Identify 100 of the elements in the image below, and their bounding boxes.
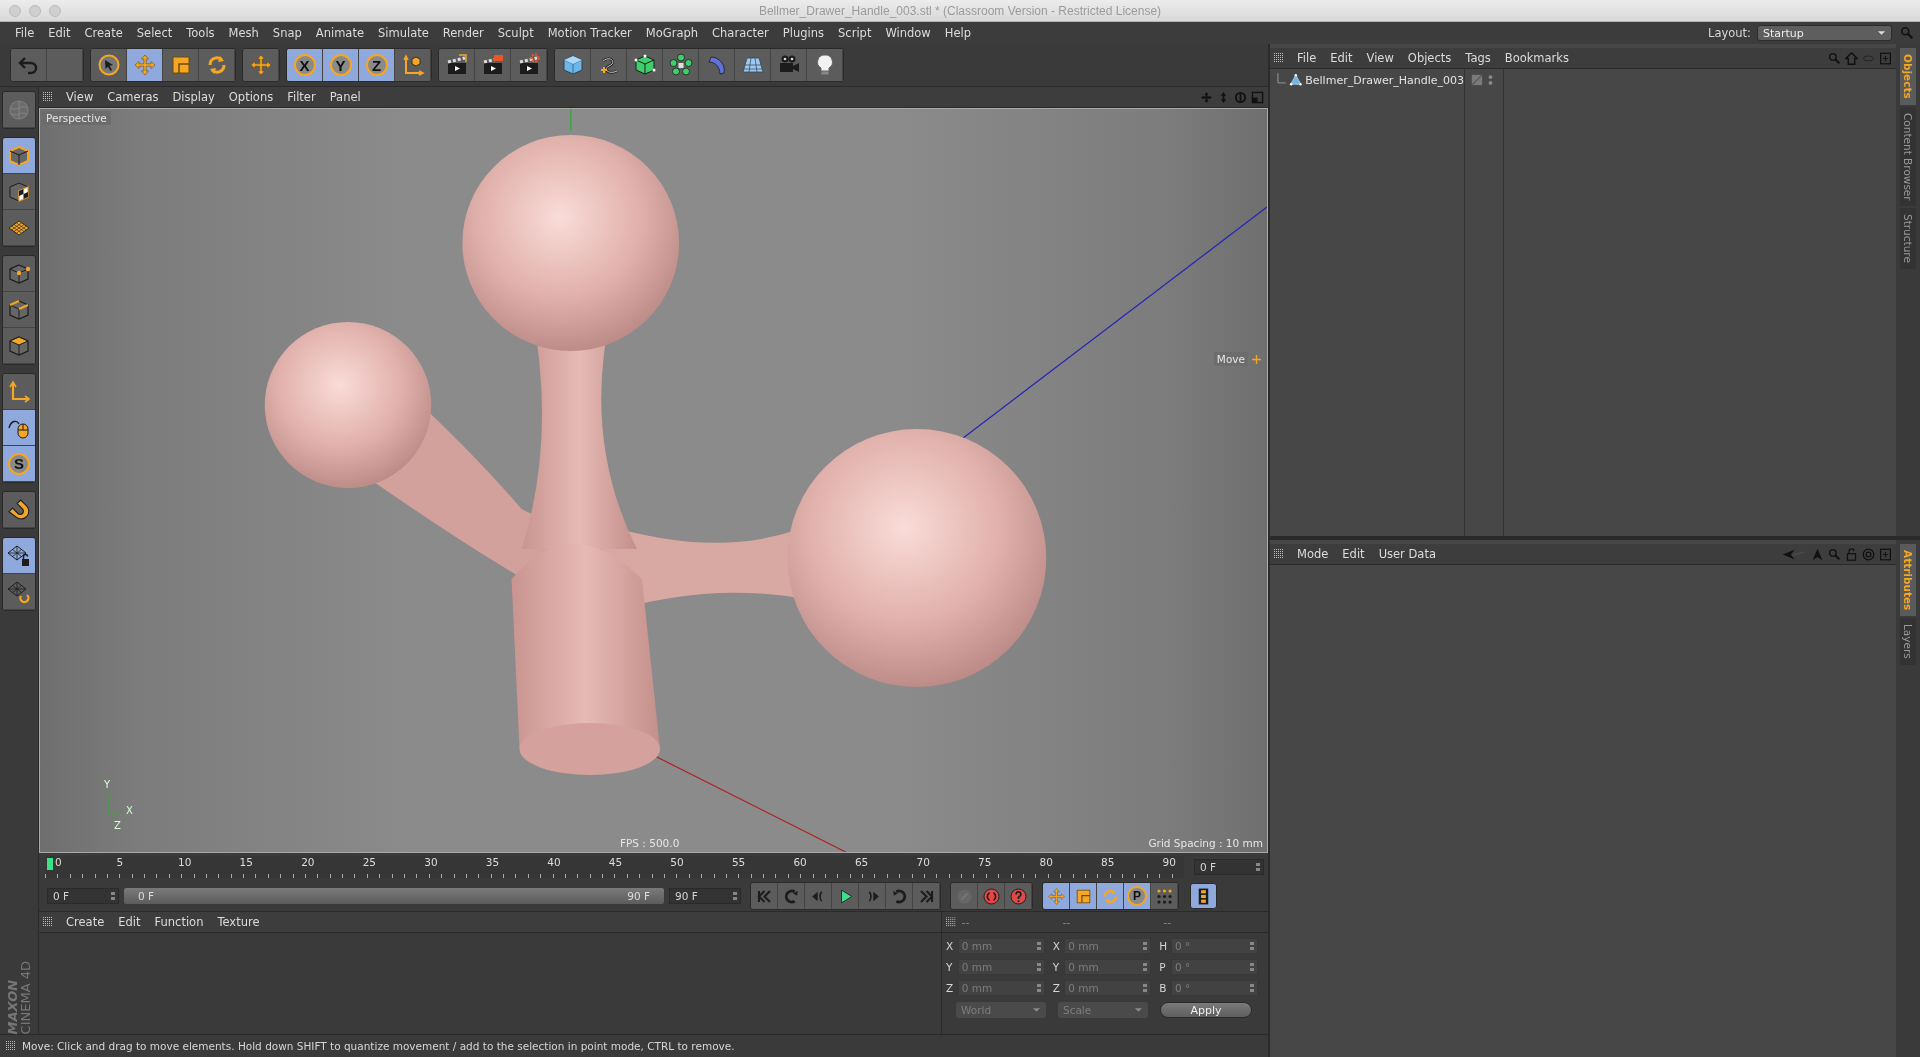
menu-item[interactable]: Mesh [221,26,266,40]
menu-item[interactable]: Texture [210,915,267,929]
timeline-ruler[interactable]: 0 5 10 15 20 25 30 35 40 45 50 55 60 65 70 75 80 85 90 [45,856,1184,878]
menu-item[interactable]: Bookmarks [1497,51,1576,65]
fps-readout: FPS : 500.0 [620,837,680,849]
tool-button[interactable] [3,574,35,610]
menu-item[interactable]: Simulate [371,26,436,40]
menu-item[interactable]: Tools [179,26,222,40]
layer-square-icon[interactable] [1471,74,1483,86]
menu-item[interactable]: View [1359,51,1401,65]
tool-button[interactable] [807,49,843,81]
column-heading: -- [1163,915,1173,929]
end-frame-field[interactable]: 90 F [669,888,741,904]
track-toggle-button[interactable]: P [1124,883,1151,909]
move-arrows-icon [1046,886,1066,906]
apply-button[interactable]: Apply [1160,1002,1252,1018]
frame-tick-label: 35 [485,856,501,870]
spinner-icon [733,892,737,900]
tool-button[interactable] [91,49,127,81]
menu-item[interactable]: Motion Tracker [540,26,639,40]
menu-item[interactable]: Edit [1323,51,1360,65]
tool-button[interactable] [3,256,35,292]
menu-item[interactable]: Cameras [100,90,166,104]
menu-item[interactable]: View [59,90,101,104]
menu-item[interactable]: Tags [1458,51,1498,65]
range-slider[interactable]: 0 F 90 F [124,888,664,904]
side-tab[interactable]: Content Browser [1900,106,1916,207]
3d-viewport[interactable]: Perspective Move Y X Z FPS : 500.0 Grid Spacing : 10 mm [39,108,1268,853]
menu-item[interactable]: Edit [41,26,78,40]
panel-grip-icon[interactable] [946,917,956,927]
menu-item[interactable]: Panel [322,90,368,104]
menu-item[interactable]: Sculpt [490,26,541,40]
frame-tick-label: 60 [793,856,808,870]
menu-item[interactable]: User Data [1371,547,1443,561]
blob-model-drawing[interactable] [264,135,1047,775]
panel-grip-icon[interactable] [1274,53,1284,63]
tool-button[interactable]: S [3,446,35,482]
tool-button[interactable] [627,49,663,81]
menu-item[interactable]: Display [165,90,222,104]
menu-item[interactable]: Render [435,26,491,40]
frame-tick-label: 0 [55,856,63,870]
keyframe-button[interactable] [1005,883,1032,909]
brand-logo-text: MAXON [5,978,19,1034]
tool-button[interactable] [3,328,35,364]
panel-grip-icon[interactable] [1274,549,1284,559]
axis-mode-icon [7,379,31,404]
visibility-dots-icon[interactable] [1488,74,1493,86]
menu-item[interactable]: Character [705,26,776,40]
menu-item[interactable]: Plugins [775,26,832,40]
menu-item[interactable]: Edit [111,915,148,929]
panel-grip-icon[interactable] [43,917,53,927]
layout-dropdown[interactable]: Startup [1757,25,1892,41]
tool-button[interactable] [3,538,35,574]
tool-button[interactable] [475,49,511,81]
menu-item[interactable]: Mode [1290,547,1336,561]
menu-item[interactable]: Edit [1335,547,1372,561]
object-name[interactable]: Bellmer_Drawer_Handle_003 [1305,73,1464,87]
tool-button[interactable] [3,292,35,328]
question-key-icon [1008,886,1028,906]
axis-label: X [1052,940,1061,952]
side-tab[interactable]: Structure [1900,208,1916,270]
menu-item[interactable]: Animate [308,26,371,40]
panel-grip-icon[interactable] [6,1041,16,1051]
menu-item[interactable]: Window [878,26,938,40]
tool-button[interactable] [439,49,475,81]
tool-button[interactable]: Z [359,49,395,81]
panel-grip-icon[interactable] [43,92,53,102]
menu-item[interactable]: Script [831,26,879,40]
grid-lock-icon [7,543,31,568]
menu-item[interactable]: Create [59,915,112,929]
tool-button[interactable]: X [287,49,323,81]
spinner-icon [1250,963,1254,971]
menu-item[interactable]: File [1290,51,1324,65]
menu-item[interactable]: Select [129,26,180,40]
caret-icon [1134,1007,1143,1013]
side-tab[interactable]: Layers [1900,618,1916,666]
tool-button[interactable] [511,49,547,81]
menu-item[interactable]: MoGraph [638,26,706,40]
cube-icon [560,53,585,77]
playback-button[interactable] [832,883,859,909]
frame-tick-label: 75 [978,856,993,870]
timeline-button[interactable] [1190,883,1217,909]
menu-item[interactable]: Objects [1400,51,1459,65]
keyframe-button[interactable] [978,883,1005,909]
axis-label: Z [114,820,121,830]
menu-item[interactable]: Help [937,26,978,40]
spinner-icon [1256,863,1260,871]
menu-item[interactable]: Function [147,915,211,929]
spinner-icon [1250,942,1254,950]
menu-item[interactable]: Filter [280,90,323,104]
tool-button[interactable] [3,174,35,210]
menu-item[interactable]: Snap [265,26,309,40]
menu-item[interactable]: File [8,26,42,40]
tool-button[interactable]: Y [323,49,359,81]
tool-button[interactable] [3,492,35,528]
menu-item[interactable]: Create [77,26,130,40]
start-frame-field[interactable]: 0 F [47,888,119,904]
menu-item[interactable]: Options [221,90,281,104]
tool-button[interactable] [555,49,591,81]
current-frame-field[interactable]: 0 F [1194,859,1264,875]
